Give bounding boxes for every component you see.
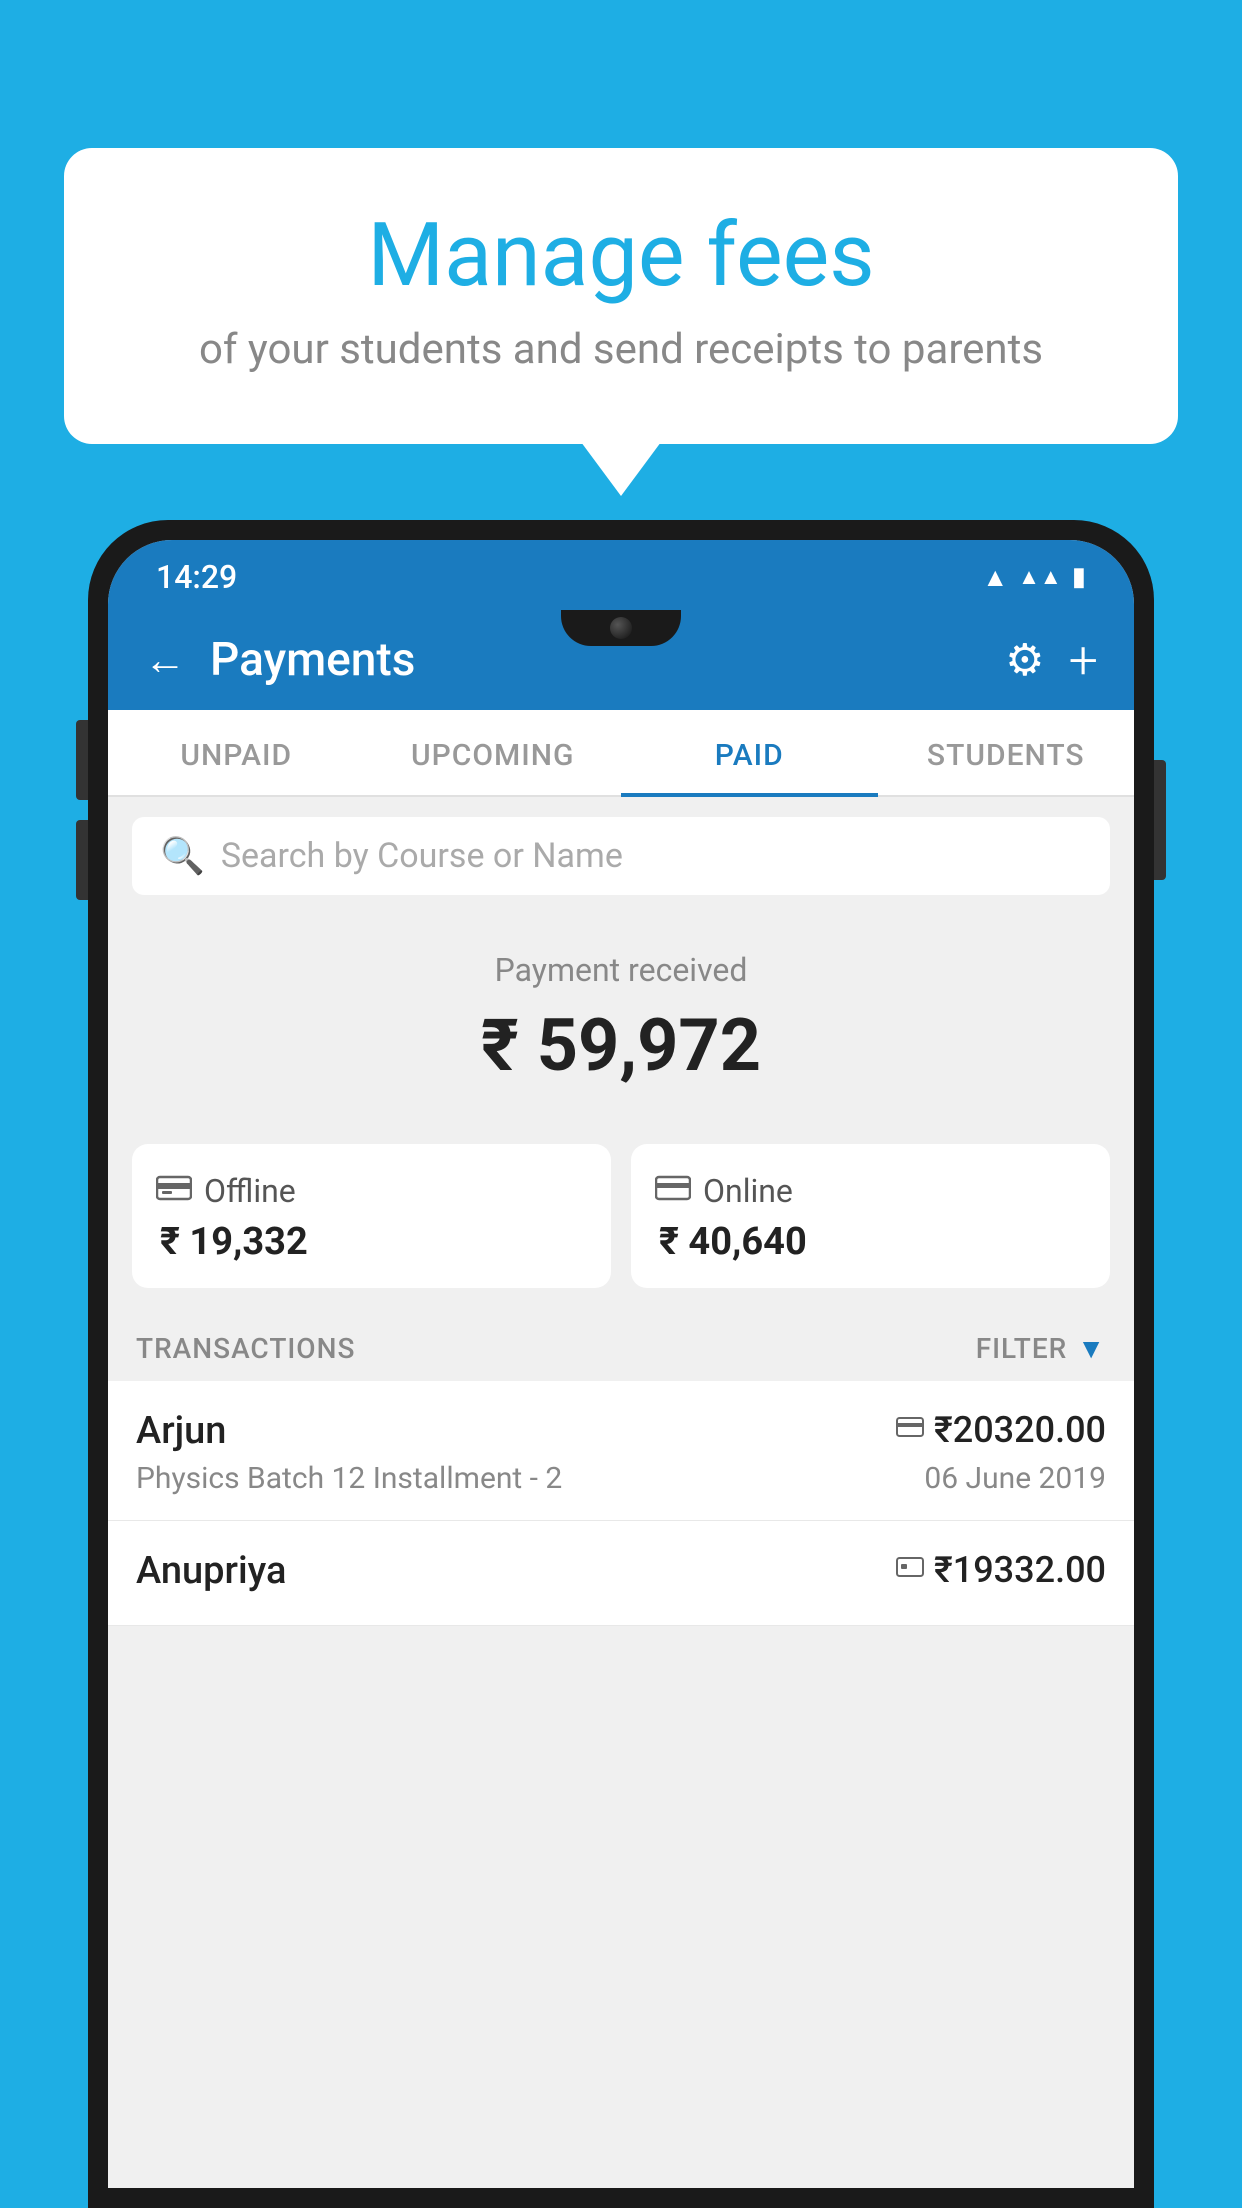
tab-unpaid[interactable]: UNPAID	[108, 710, 365, 795]
tabs: UNPAID UPCOMING PAID STUDENTS	[108, 710, 1134, 797]
transactions-label: TRANSACTIONS	[136, 1332, 355, 1365]
search-icon: 🔍	[160, 835, 205, 877]
offline-amount: ₹ 19,332	[156, 1220, 587, 1264]
transaction-name: Anupriya	[136, 1549, 286, 1593]
filter-button[interactable]: FILTER ▼	[976, 1332, 1106, 1365]
transaction-date: 06 June 2019	[924, 1461, 1106, 1496]
table-row[interactable]: Anupriya ₹19332.00	[108, 1521, 1134, 1626]
power-button	[1154, 760, 1166, 880]
payment-type-icon	[896, 1413, 924, 1448]
signal-icon: ▲▲	[1018, 564, 1062, 590]
battery-icon: ▮	[1072, 562, 1086, 592]
tab-paid[interactable]: PAID	[621, 710, 878, 795]
filter-label: FILTER	[976, 1332, 1068, 1365]
online-label: Online	[703, 1172, 793, 1210]
add-icon[interactable]: +	[1069, 630, 1098, 691]
online-amount: ₹ 40,640	[655, 1220, 1086, 1264]
online-icon	[655, 1172, 691, 1210]
offline-payment-card: Offline ₹ 19,332	[132, 1144, 611, 1288]
status-icons: ▲ ▲▲ ▮	[982, 562, 1086, 593]
transactions-list: Arjun ₹20320.00 Physics	[108, 1381, 1134, 1626]
transaction-amount: ₹19332.00	[934, 1549, 1106, 1591]
search-bar[interactable]: 🔍 Search by Course or Name	[132, 817, 1110, 895]
transaction-course: Physics Batch 12 Installment - 2	[136, 1461, 562, 1496]
transaction-name: Arjun	[136, 1409, 226, 1453]
payment-received-section: Payment received ₹ 59,972	[108, 915, 1134, 1144]
speech-bubble-title: Manage fees	[144, 208, 1098, 305]
speech-bubble-subtitle: of your students and send receipts to pa…	[144, 325, 1098, 374]
volume-down-button	[76, 820, 88, 900]
payment-type-icon	[896, 1553, 924, 1588]
offline-icon	[156, 1172, 192, 1210]
status-time: 14:29	[156, 558, 237, 596]
payment-received-amount: ₹ 59,972	[132, 1003, 1110, 1088]
filter-icon: ▼	[1077, 1332, 1106, 1365]
tab-upcoming[interactable]: UPCOMING	[365, 710, 622, 795]
search-input[interactable]: Search by Course or Name	[221, 836, 623, 876]
search-container: 🔍 Search by Course or Name	[108, 797, 1134, 915]
transaction-amount-wrapper: ₹20320.00	[896, 1409, 1106, 1451]
status-bar: 14:29 ▲ ▲▲ ▮	[108, 540, 1134, 610]
payment-received-label: Payment received	[132, 951, 1110, 989]
offline-label: Offline	[204, 1172, 296, 1210]
wifi-icon: ▲	[982, 562, 1008, 593]
transaction-amount-wrapper: ₹19332.00	[896, 1549, 1106, 1591]
tab-students[interactable]: STUDENTS	[878, 710, 1135, 795]
volume-up-button	[76, 720, 88, 800]
phone-frame: 14:29 ▲ ▲▲ ▮ ← Payments ⚙ + UNPAID UPC	[88, 520, 1154, 2208]
speech-bubble: Manage fees of your students and send re…	[64, 148, 1178, 444]
phone-notch	[561, 610, 681, 646]
transactions-header: TRANSACTIONS FILTER ▼	[108, 1312, 1134, 1381]
settings-icon[interactable]: ⚙	[1005, 634, 1044, 686]
back-button[interactable]: ←	[144, 636, 186, 685]
table-row[interactable]: Arjun ₹20320.00 Physics	[108, 1381, 1134, 1521]
online-payment-card: Online ₹ 40,640	[631, 1144, 1110, 1288]
camera	[610, 617, 632, 639]
payment-cards: Offline ₹ 19,332 Online	[108, 1144, 1134, 1312]
transaction-amount: ₹20320.00	[934, 1409, 1106, 1451]
